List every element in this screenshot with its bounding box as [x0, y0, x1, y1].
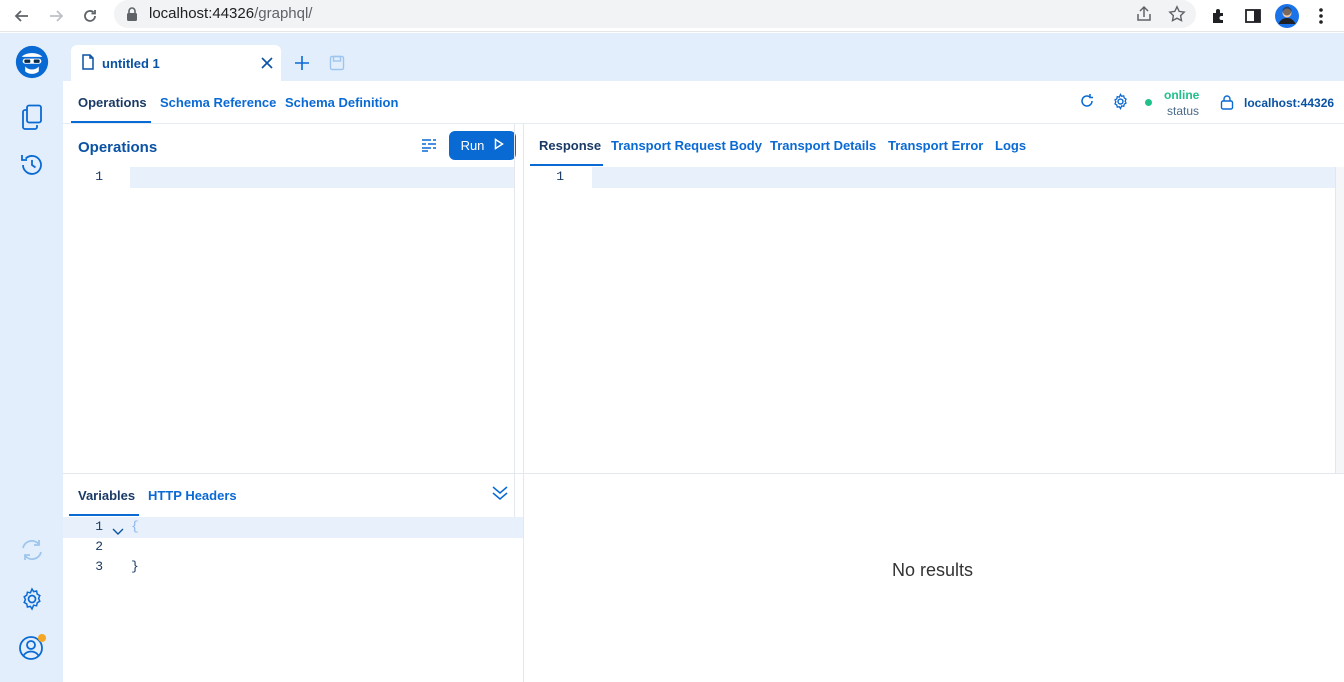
tab-operations[interactable]: Operations [78, 95, 147, 110]
lock-icon [1220, 94, 1238, 112]
status-dot [1145, 99, 1152, 106]
profile-avatar[interactable] [1275, 4, 1299, 28]
run-button[interactable]: Run [449, 131, 516, 160]
variables-header: Variables HTTP Headers [63, 474, 523, 517]
close-icon[interactable] [261, 56, 273, 74]
refresh-schema-icon[interactable] [1079, 93, 1097, 111]
tab-schema-definition[interactable]: Schema Definition [285, 95, 398, 110]
endpoint-host[interactable]: localhost:44326 [1244, 96, 1334, 110]
code-line: } [131, 559, 139, 574]
collapse-icon[interactable] [492, 486, 508, 505]
tab-transport-error[interactable]: Transport Error [888, 138, 983, 153]
share-icon[interactable] [1135, 5, 1153, 28]
document-tab[interactable]: untitled 1 [71, 45, 281, 81]
current-line-highlight [130, 167, 514, 188]
operations-header: Operations Run [63, 124, 516, 167]
side-panel-icon[interactable] [1241, 4, 1265, 28]
document-tab-bar: untitled 1 [63, 33, 1344, 81]
document-tab-title: untitled 1 [102, 56, 160, 71]
banana-cake-pop-logo[interactable] [15, 45, 49, 79]
tab-transport-request-body[interactable]: Transport Request Body [611, 138, 762, 153]
play-icon [494, 138, 505, 153]
reload-icon[interactable] [80, 6, 100, 26]
forward-icon[interactable] [46, 6, 66, 26]
sync-icon[interactable] [15, 533, 49, 567]
no-results-text: No results [892, 560, 974, 580]
app-sidebar [0, 33, 63, 682]
view-toolbar: Operations Schema Reference Schema Defin… [63, 81, 1344, 124]
line-number: 3 [95, 559, 103, 574]
prettify-icon[interactable] [421, 138, 437, 157]
operations-editor[interactable]: 1 [63, 167, 514, 473]
status-label: status [1167, 104, 1200, 118]
line-number: 1 [556, 169, 564, 184]
history-icon[interactable] [15, 148, 49, 182]
tab-schema-reference[interactable]: Schema Reference [160, 95, 276, 110]
tab-response[interactable]: Response [539, 138, 601, 153]
bookmark-star-icon[interactable] [1168, 5, 1186, 28]
line-number: 1 [95, 519, 103, 534]
response-scrollbar[interactable] [1335, 167, 1344, 473]
menu-icon[interactable] [1309, 4, 1333, 28]
url-text: localhost:44326/graphql/ [149, 5, 312, 22]
run-label: Run [460, 138, 485, 153]
url-path: /graphql/ [254, 5, 313, 22]
tab-transport-details[interactable]: Transport Details [770, 138, 876, 153]
active-tab-indicator [530, 164, 603, 166]
tab-variables[interactable]: Variables [78, 488, 135, 503]
documents-icon[interactable] [15, 100, 49, 134]
file-icon [81, 54, 95, 75]
line-number: 1 [95, 169, 103, 184]
add-tab-icon[interactable] [294, 55, 310, 76]
back-icon[interactable] [12, 6, 32, 26]
browser-toolbar: localhost:44326/graphql/ [0, 0, 1344, 32]
connection-settings-icon[interactable] [1112, 93, 1130, 111]
extensions-icon[interactable] [1207, 4, 1231, 28]
address-bar[interactable]: localhost:44326/graphql/ [114, 0, 1196, 28]
url-host: localhost:44326 [149, 5, 255, 22]
operations-title: Operations [78, 139, 158, 156]
fold-chevron-icon[interactable] [112, 523, 124, 541]
variables-editor[interactable]: 1 2 3 { } [63, 517, 523, 682]
lock-icon [126, 7, 138, 26]
active-tab-indicator [69, 514, 139, 516]
active-tab-indicator [71, 121, 151, 123]
line-number: 2 [95, 539, 103, 554]
response-header: Response Transport Request Body Transpor… [524, 124, 1344, 167]
response-viewer[interactable]: 1 [524, 167, 1335, 473]
account-icon[interactable] [15, 630, 49, 664]
settings-icon[interactable] [15, 582, 49, 616]
current-line-highlight [592, 167, 1335, 188]
tab-http-headers[interactable]: HTTP Headers [148, 488, 237, 503]
tab-logs[interactable]: Logs [995, 138, 1026, 153]
save-icon[interactable] [329, 55, 345, 76]
status-value: online [1164, 88, 1200, 102]
code-line: { [131, 519, 139, 534]
